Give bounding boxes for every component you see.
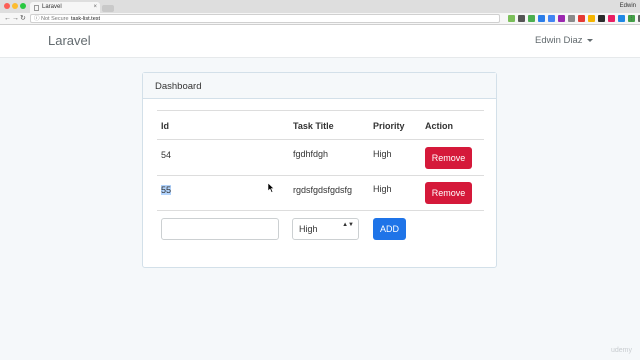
browser-menu-icon[interactable]: ⋮ xyxy=(628,13,635,24)
new-tab-button[interactable] xyxy=(102,5,114,12)
priority-select[interactable]: High ▲▼ xyxy=(292,218,359,240)
browser-extension-icon[interactable] xyxy=(508,15,515,22)
browser-tab-title: Laravel xyxy=(42,4,62,10)
caret-down-icon xyxy=(586,38,593,42)
task-priority: High xyxy=(373,184,392,194)
column-header-priority: Priority xyxy=(373,121,405,131)
priority-selected-value: High xyxy=(299,224,318,234)
browser-extension-icon[interactable] xyxy=(548,15,555,22)
row-divider xyxy=(157,175,484,176)
browser-extension-icon[interactable] xyxy=(618,15,625,22)
browser-tab-bar: Laravel × Edwin xyxy=(0,0,640,13)
app-navbar: Laravel Edwin Diaz xyxy=(0,25,640,58)
window-close-icon[interactable] xyxy=(4,3,10,9)
row-divider xyxy=(157,139,484,140)
task-title-input[interactable] xyxy=(161,218,279,240)
row-divider xyxy=(157,210,484,211)
browser-extension-icon[interactable] xyxy=(598,15,605,22)
browser-extension-icon[interactable] xyxy=(568,15,575,22)
browser-extension-icon[interactable] xyxy=(518,15,525,22)
panel-heading: Dashboard xyxy=(143,73,496,99)
user-dropdown[interactable]: Edwin Diaz xyxy=(535,35,593,46)
add-task-button[interactable]: ADD xyxy=(373,218,406,240)
browser-extension-icon[interactable] xyxy=(558,15,565,22)
select-arrows-icon: ▲▼ xyxy=(342,222,354,228)
column-header-task-title: Task Title xyxy=(293,121,334,131)
site-info-icon[interactable]: ⓘ xyxy=(34,15,40,23)
extension-icons xyxy=(508,15,640,22)
reload-icon[interactable]: ↻ xyxy=(20,13,26,24)
tab-close-icon[interactable]: × xyxy=(93,2,97,13)
task-id: 55 xyxy=(161,185,172,195)
table-top-border xyxy=(157,110,484,111)
browser-extension-icon[interactable] xyxy=(578,15,585,22)
address-bar[interactable]: ⓘ Not Secure task-list.test xyxy=(30,14,500,23)
task-title: rgdsfgdsfgdsfg xyxy=(293,185,353,195)
user-name: Edwin Diaz xyxy=(535,35,583,46)
remove-button[interactable]: Remove xyxy=(425,147,472,169)
browser-profile-name[interactable]: Edwin xyxy=(620,2,636,11)
column-header-id: Id xyxy=(161,121,169,131)
browser-extension-icon[interactable] xyxy=(528,15,535,22)
forward-arrow-icon[interactable]: → xyxy=(12,13,19,24)
task-title: fgdhfdgh xyxy=(293,149,329,159)
browser-extension-icon[interactable] xyxy=(608,15,615,22)
browser-toolbar: ← → ↻ ⓘ Not Secure task-list.test ⋮ xyxy=(0,13,640,25)
back-arrow-icon[interactable]: ← xyxy=(4,13,11,24)
column-header-action: Action xyxy=(425,121,453,131)
task-priority: High xyxy=(373,149,392,159)
page-favicon-icon xyxy=(34,5,39,11)
udemy-watermark: udemy xyxy=(610,347,632,354)
window-minimize-icon[interactable] xyxy=(12,3,18,9)
task-id: 54 xyxy=(161,150,172,160)
url-text[interactable]: task-list.test xyxy=(71,15,100,23)
browser-extension-icon[interactable] xyxy=(538,15,545,22)
remove-button[interactable]: Remove xyxy=(425,182,472,204)
browser-extension-icon[interactable] xyxy=(588,15,595,22)
not-secure-label: Not Secure xyxy=(41,16,69,22)
brand-link[interactable]: Laravel xyxy=(48,33,91,48)
window-zoom-icon[interactable] xyxy=(20,3,26,9)
mouse-cursor-icon xyxy=(268,183,275,193)
panel-title: Dashboard xyxy=(155,81,202,92)
browser-tab[interactable]: Laravel × xyxy=(30,2,100,13)
